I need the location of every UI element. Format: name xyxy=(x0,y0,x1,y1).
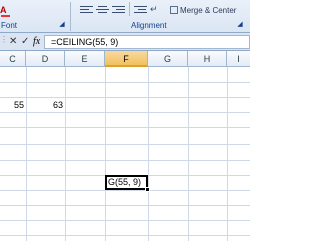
cancel-icon[interactable]: ✕ xyxy=(9,36,17,48)
gridline xyxy=(0,144,250,145)
column-header[interactable]: G xyxy=(148,51,188,67)
column-header[interactable]: E xyxy=(65,51,105,67)
gridline xyxy=(0,160,250,161)
column-header-active[interactable]: F xyxy=(105,51,148,67)
column-header[interactable]: C xyxy=(0,51,26,67)
formula-bar-grip-icon: ⋮ xyxy=(0,35,8,44)
gridline xyxy=(0,235,250,236)
align-middle-icon[interactable] xyxy=(96,4,109,14)
gridline xyxy=(0,127,250,128)
formula-bar: ⋮ ✕ ✓ fx =CEILING(55, 9) xyxy=(0,33,250,51)
font-dialog-launcher-icon[interactable]: ◢ xyxy=(58,21,66,29)
gridline xyxy=(188,67,189,241)
font-group-label: Font xyxy=(1,21,18,30)
wrap-text-icon[interactable]: ↵ xyxy=(150,4,162,14)
enter-icon[interactable]: ✓ xyxy=(21,36,29,48)
ribbon-group-divider xyxy=(70,2,71,31)
merge-center-label: Merge & Center xyxy=(180,6,237,15)
font-color-icon[interactable]: A xyxy=(0,5,13,17)
column-header[interactable]: I xyxy=(227,51,250,67)
gridline xyxy=(26,67,27,241)
column-header[interactable]: H xyxy=(188,51,227,67)
merge-icon xyxy=(170,6,178,14)
gridline xyxy=(65,67,66,241)
column-header[interactable]: D xyxy=(26,51,65,67)
gridline xyxy=(0,205,250,206)
column-headers: C D E F G H I xyxy=(0,51,250,67)
alignment-dialog-launcher-icon[interactable]: ◢ xyxy=(236,21,244,29)
cell-area[interactable]: 55 63 G(55, 9) xyxy=(0,67,250,241)
decrease-indent-icon[interactable] xyxy=(134,4,147,14)
gridline xyxy=(105,67,106,241)
gridline xyxy=(0,112,250,113)
gridline xyxy=(0,82,250,83)
insert-function-icon[interactable]: fx xyxy=(33,36,40,48)
cell-c-value[interactable]: 55 xyxy=(0,98,24,112)
ribbon-small-divider xyxy=(129,2,130,16)
align-top-icon[interactable] xyxy=(80,4,93,14)
align-right-icon[interactable] xyxy=(112,4,126,14)
active-cell-editor[interactable]: G(55, 9) xyxy=(105,175,148,190)
alignment-group-label: Alignment xyxy=(131,21,167,30)
formula-input[interactable]: =CEILING(55, 9) xyxy=(44,35,250,49)
ribbon: A Font ◢ ↵ Merge & Center Alignment ◢ xyxy=(0,0,250,33)
gridline xyxy=(227,67,228,241)
cell-d-value[interactable]: 63 xyxy=(26,98,63,112)
gridline xyxy=(148,67,149,241)
fill-handle[interactable] xyxy=(145,187,150,192)
spreadsheet-grid[interactable]: C D E F G H I 55 63 G(55, 9) xyxy=(0,51,250,241)
merge-center-button[interactable]: Merge & Center xyxy=(168,4,238,17)
gridline xyxy=(0,190,250,191)
gridline xyxy=(0,220,250,221)
